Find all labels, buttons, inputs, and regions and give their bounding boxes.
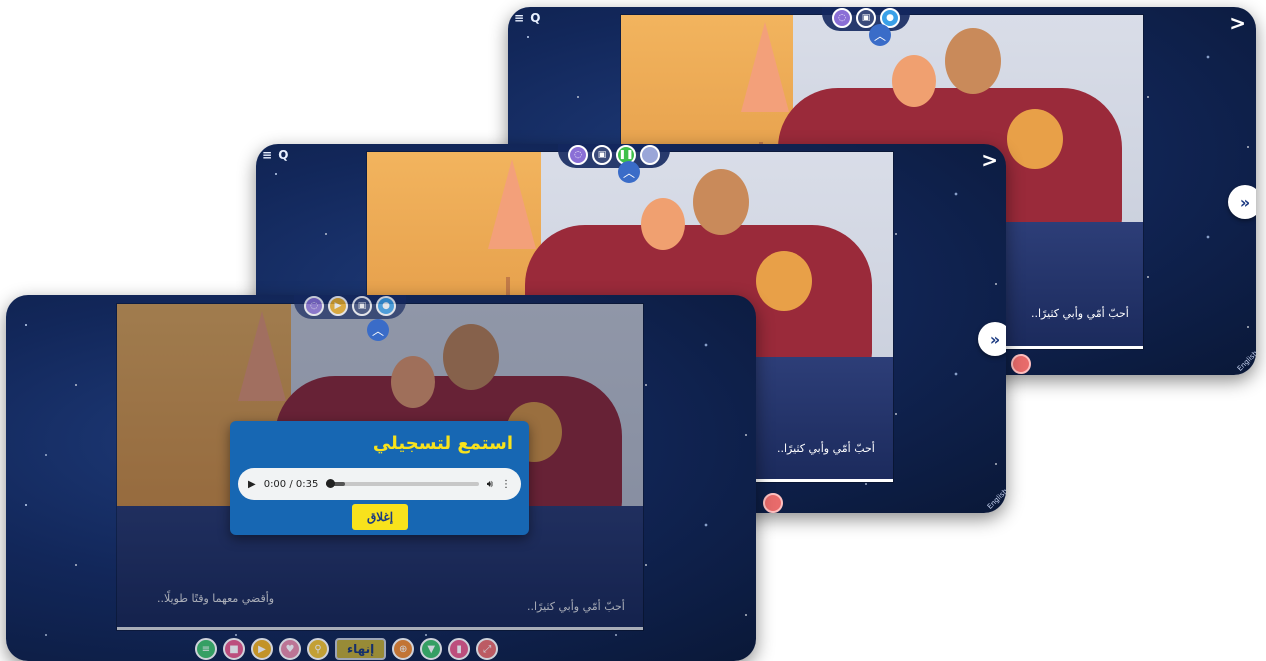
collapse-toolbar-icon[interactable]: ︿ [367, 319, 389, 341]
chat-icon[interactable]: ◌ [568, 145, 588, 165]
audio-seek-bar[interactable] [326, 479, 479, 488]
bottom-toolbar: ≡ ■ ▶ ♥ ⚲ إنهاء ⊕ ▼ ▮ ⤢ [195, 638, 499, 660]
list-icon[interactable]: ≡ [195, 638, 217, 660]
search-icon[interactable]: ⚲ [307, 638, 329, 660]
zoom-icon[interactable]: ⊕ [392, 638, 415, 660]
father-figure [944, 28, 1001, 95]
fullscreen-icon[interactable] [1011, 354, 1031, 374]
stage: ≡ Q > » أحبّ أمّي وأبي كثيرًا.. ◌ ▣ ● ︿ … [0, 0, 1266, 661]
collapse-toolbar-icon[interactable]: ︿ [869, 24, 891, 46]
fullscreen-icon[interactable] [763, 493, 783, 513]
audio-player[interactable]: ▶ 0:00 / 0:35 🔊︎ ⋮ [238, 468, 521, 500]
volume-icon[interactable]: 🔊︎ [487, 479, 493, 490]
stop-icon[interactable]: ■ [223, 638, 245, 660]
collapse-toolbar-icon[interactable]: ︿ [618, 161, 640, 183]
menu-search-icon[interactable]: ≡ Q [514, 11, 541, 25]
lamp-shade [487, 158, 536, 249]
next-page-arrow-icon[interactable]: > [1229, 11, 1246, 35]
bookmark-icon[interactable]: ▼ [420, 638, 443, 660]
child-figure [1007, 108, 1064, 169]
child-figure [756, 251, 813, 311]
close-button[interactable]: إغلاق [352, 504, 408, 530]
heart-icon[interactable]: ♥ [279, 638, 301, 660]
fullscreen-icon[interactable]: ⤢ [476, 638, 499, 660]
dialog-title: استمع لتسجيلي [372, 433, 513, 454]
father-figure [693, 168, 750, 235]
recording-dialog: استمع لتسجيلي ▶ 0:00 / 0:35 🔊︎ ⋮ إغلاق [230, 421, 529, 535]
play-icon[interactable]: ▶ [248, 479, 256, 490]
save-icon[interactable]: ▣ [592, 145, 612, 165]
play-icon[interactable]: ▶ [251, 638, 273, 660]
audio-time: 0:00 / 0:35 [263, 478, 319, 490]
skip-forward-icon[interactable]: » [1228, 185, 1256, 219]
chat-icon[interactable]: ◌ [832, 8, 852, 28]
skip-forward-icon[interactable]: » [978, 322, 1006, 356]
record-icon[interactable] [640, 145, 660, 165]
mic-icon[interactable]: ● [376, 296, 396, 316]
menu-search-icon[interactable]: ≡ Q [262, 148, 289, 162]
page-caption: أحبّ أمّي وأبي كثيرًا.. [777, 442, 875, 455]
seek-handle[interactable] [326, 479, 336, 488]
finish-button[interactable]: إنهاء [335, 638, 387, 660]
top-toolbar: ◌ ▶ ▣ ● [294, 295, 406, 319]
more-options-icon[interactable]: ⋮ [501, 479, 511, 490]
mother-figure [640, 198, 685, 251]
top-toolbar: ◌ ▣ ❚❚ [558, 144, 670, 168]
page-caption: أحبّ أمّي وأبي كثيرًا.. [1031, 307, 1129, 320]
lamp-shade [741, 21, 790, 112]
bookmark-fill-icon[interactable]: ▮ [448, 638, 471, 660]
save-icon[interactable]: ▣ [352, 296, 372, 316]
next-page-arrow-icon[interactable]: > [981, 148, 998, 172]
play-icon[interactable]: ▶ [328, 296, 348, 316]
top-toolbar: ◌ ▣ ● [822, 7, 910, 31]
chat-icon[interactable]: ◌ [304, 296, 324, 316]
